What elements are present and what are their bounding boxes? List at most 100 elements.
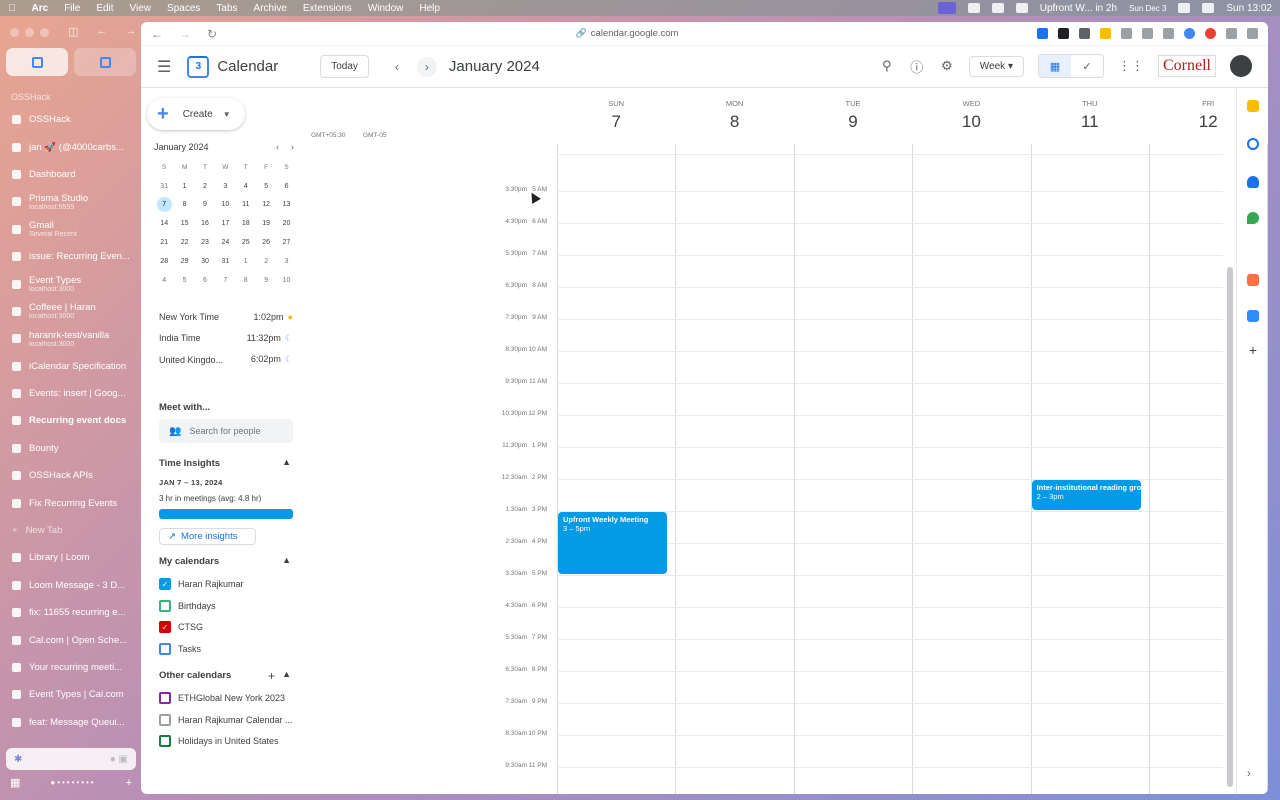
mini-day[interactable]: 17 xyxy=(215,214,235,233)
menu-file[interactable]: File xyxy=(64,3,80,14)
pinned-calendar[interactable] xyxy=(6,48,68,76)
zoom-window-icon[interactable] xyxy=(40,28,49,37)
arc-tab[interactable]: Gmail Several Recent xyxy=(6,216,136,243)
extension-icon[interactable] xyxy=(1079,28,1090,39)
mini-day[interactable]: 3 xyxy=(276,252,296,271)
close-window-icon[interactable] xyxy=(10,28,19,37)
day-number[interactable]: 7 xyxy=(557,112,675,132)
view-selector[interactable]: Week ▾ xyxy=(968,55,1024,77)
bird-icon[interactable] xyxy=(967,3,980,13)
mini-day[interactable]: 5 xyxy=(174,271,194,290)
mini-day[interactable]: 4 xyxy=(154,271,174,290)
arc-tab[interactable]: fix: 11655 recurring e... xyxy=(6,599,136,626)
day-header[interactable]: WED 10 xyxy=(912,88,1030,132)
mini-day[interactable]: 25 xyxy=(236,233,256,252)
addon-icon[interactable] xyxy=(1247,274,1259,286)
mini-next-icon[interactable]: › xyxy=(291,142,294,152)
today-button[interactable]: Today xyxy=(320,55,369,78)
calendar-logo-icon[interactable]: 3 xyxy=(187,55,210,78)
mini-day[interactable]: 10 xyxy=(215,196,235,215)
checkbox[interactable]: ✓ xyxy=(159,578,171,590)
apple-icon[interactable]:  xyxy=(8,3,16,14)
extension-icon[interactable] xyxy=(1226,28,1237,39)
arc-tab[interactable]: Coffeee | Haran localhost:3000 xyxy=(6,298,136,325)
arc-tab[interactable]: Event Types localhost:3000 xyxy=(6,270,136,297)
sidebar-toggle-icon[interactable]: ◫ xyxy=(68,25,78,38)
calendar-checkbox-item[interactable]: ✓ Haran Rajkumar xyxy=(159,578,244,590)
zoom-icon[interactable] xyxy=(1247,310,1259,322)
add-calendar-icon[interactable]: + xyxy=(268,669,275,683)
mini-prev-icon[interactable]: ‹ xyxy=(276,142,279,152)
calendar-event[interactable]: Upfront Weekly Meeting 3 – 5pm xyxy=(558,512,668,574)
arc-tab[interactable]: Bounty xyxy=(6,435,136,462)
mini-day[interactable]: 29 xyxy=(174,252,194,271)
mini-day[interactable]: 1 xyxy=(236,252,256,271)
app-title[interactable]: Calendar xyxy=(217,58,278,75)
day-header[interactable]: MON 8 xyxy=(675,88,793,132)
chevron-up-icon[interactable]: ▲ xyxy=(282,555,291,565)
day-number[interactable]: 11 xyxy=(1031,112,1149,132)
keep-icon[interactable] xyxy=(1247,100,1259,112)
arc-tab[interactable]: Prisma Studio localhost:5555 xyxy=(6,188,136,215)
menu-tabs[interactable]: Tabs xyxy=(216,3,237,14)
search-icon[interactable]: ⚲ xyxy=(879,58,895,74)
mini-day[interactable]: 2 xyxy=(256,252,276,271)
tasks-view-icon[interactable]: ✓ xyxy=(1071,55,1103,77)
reload-icon[interactable]: ↻ xyxy=(207,27,217,41)
pinned-calendar-2[interactable] xyxy=(74,48,136,76)
control-center-icon[interactable] xyxy=(1202,3,1215,13)
mini-day[interactable]: 4 xyxy=(236,177,256,196)
checkbox[interactable] xyxy=(159,642,171,655)
arc-tab[interactable]: Cal.com | Open Sche... xyxy=(6,626,136,653)
menu-archive[interactable]: Archive xyxy=(254,3,287,14)
mini-day[interactable]: 28 xyxy=(154,252,174,271)
arc-tab[interactable]: haranrk-test/vanilla localhost:3000 xyxy=(6,325,136,352)
menu-edit[interactable]: Edit xyxy=(96,3,113,14)
arc-tab[interactable]: issue: Recurring Even... xyxy=(6,243,136,270)
screen-record-icon[interactable] xyxy=(937,2,956,14)
arc-tab[interactable]: Your recurring meeti... xyxy=(6,654,136,681)
maps-icon[interactable] xyxy=(1247,212,1259,224)
extension-icon[interactable] xyxy=(1142,28,1153,39)
mini-day[interactable]: 12 xyxy=(256,196,276,215)
calendar-checkbox-item[interactable]: ETHGlobal New York 2023 xyxy=(159,692,285,704)
previous-week-icon[interactable]: ‹ xyxy=(387,57,407,77)
cloud-icon[interactable] xyxy=(991,3,1004,13)
mini-day[interactable]: 20 xyxy=(276,214,296,233)
chevron-up-icon[interactable]: ▲ xyxy=(282,669,291,679)
mini-day[interactable]: 27 xyxy=(276,233,296,252)
extension-icon[interactable] xyxy=(1205,28,1216,39)
mini-day[interactable]: 3 xyxy=(215,177,235,196)
checkbox[interactable] xyxy=(159,735,171,747)
minimize-window-icon[interactable] xyxy=(25,28,34,37)
library-icon[interactable]: ▦ xyxy=(10,776,20,789)
gear-icon[interactable]: ✱ xyxy=(14,754,22,765)
extension-icon[interactable] xyxy=(1058,28,1069,39)
extension-icon[interactable] xyxy=(1184,28,1195,39)
mini-day[interactable]: 13 xyxy=(276,196,296,215)
mini-day[interactable]: 24 xyxy=(215,233,235,252)
calendar-checkbox-item[interactable]: Birthdays xyxy=(159,599,216,612)
day-header[interactable]: THU 11 xyxy=(1031,88,1149,132)
apps-grid-icon[interactable]: ⋮⋮ xyxy=(1118,58,1144,74)
back-icon[interactable]: ← xyxy=(96,25,107,38)
menu-arc[interactable]: Arc xyxy=(32,3,49,14)
extension-icon[interactable] xyxy=(1163,28,1174,39)
mini-day[interactable]: 1 xyxy=(174,177,194,196)
battery-icon[interactable] xyxy=(1178,3,1191,13)
mic-icon[interactable]: ● ▣ xyxy=(110,754,128,765)
mini-day[interactable]: 31 xyxy=(154,177,174,196)
mini-day[interactable]: 31 xyxy=(215,252,235,271)
mini-day[interactable]: 5 xyxy=(256,177,276,196)
checkbox[interactable]: ✓ xyxy=(159,621,171,633)
mini-day[interactable]: 2 xyxy=(195,177,215,196)
forward-icon[interactable]: → xyxy=(125,25,136,38)
organization-logo[interactable]: Cornell xyxy=(1158,55,1216,77)
day-number[interactable]: 9 xyxy=(794,112,912,132)
create-button[interactable]: + Create ▼ xyxy=(147,98,245,130)
mini-day[interactable]: 30 xyxy=(195,252,215,271)
get-addons-icon[interactable]: + xyxy=(1247,343,1259,357)
chevron-up-icon[interactable]: ▲ xyxy=(282,457,291,467)
new-tab-button[interactable]: + New Tab xyxy=(6,517,136,544)
contacts-icon[interactable] xyxy=(1247,176,1259,188)
